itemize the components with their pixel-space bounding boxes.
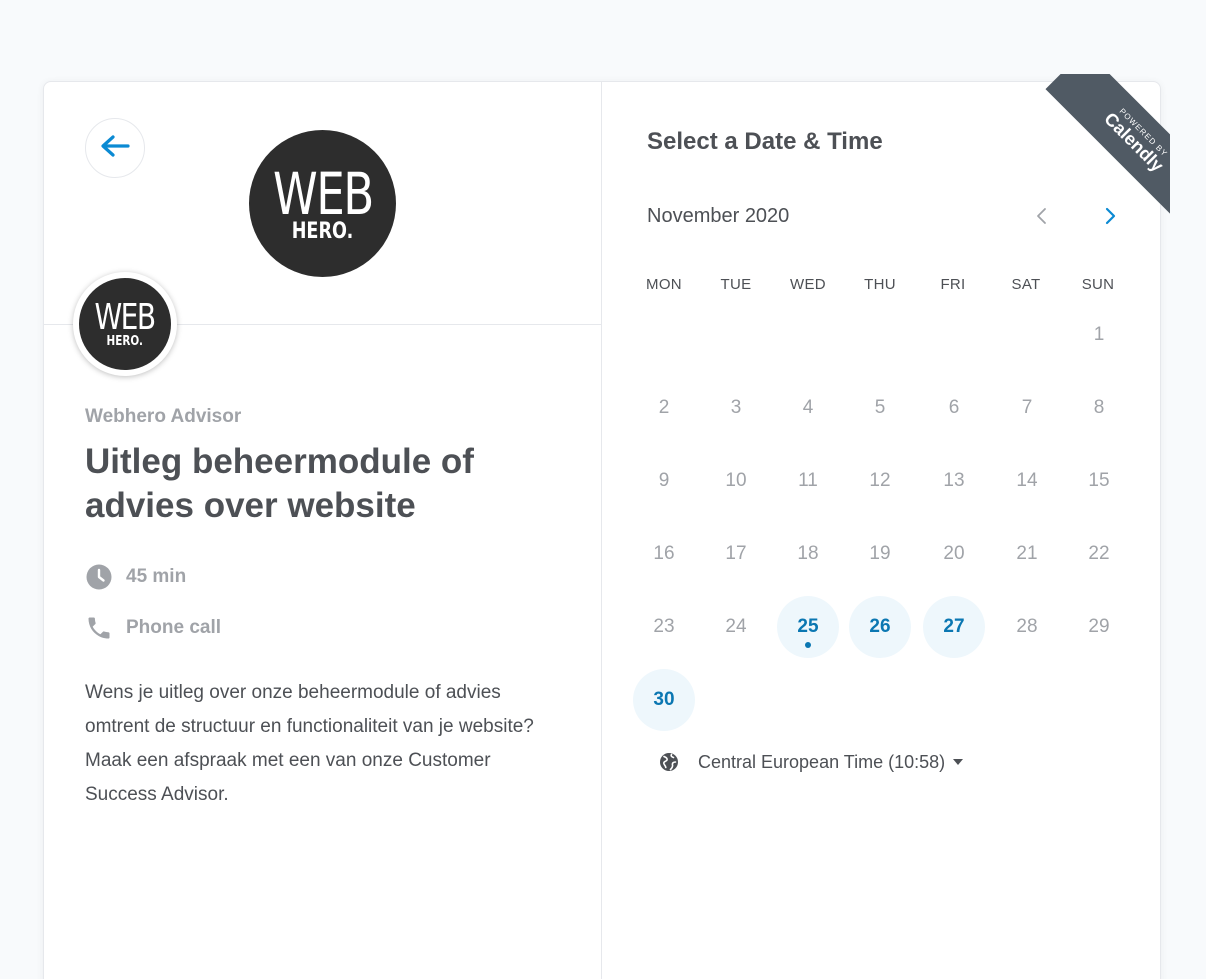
- avatar-logo-line-1: WEB: [94, 297, 157, 338]
- calendar-day: 23: [633, 596, 695, 658]
- day-number: 27: [943, 616, 965, 637]
- day-number: 30: [653, 689, 675, 710]
- day-number: 16: [653, 543, 675, 564]
- powered-by-badge[interactable]: POWERED BY Calendly: [1020, 74, 1170, 224]
- date-picker-heading: Select a Date & Time: [647, 128, 883, 155]
- day-number: 1: [1093, 324, 1105, 345]
- day-number: 17: [725, 543, 747, 564]
- day-number: 13: [943, 470, 965, 491]
- weekday-label: WED: [790, 276, 826, 293]
- weekday-label: SUN: [1081, 276, 1115, 293]
- calendar-day: 7: [996, 377, 1058, 439]
- day-number: 6: [948, 397, 960, 418]
- day-number: 24: [725, 616, 747, 637]
- day-number: 10: [725, 470, 747, 491]
- event-duration: 45 min: [85, 563, 186, 591]
- day-number: 12: [869, 470, 891, 491]
- phone-icon: [85, 614, 113, 642]
- calendar-day: 24: [705, 596, 767, 658]
- calendar-day: 1: [1068, 304, 1130, 366]
- timezone-selector[interactable]: Central European Time (10:58): [658, 751, 964, 773]
- day-number: 25: [797, 616, 819, 637]
- weekday-label: SAT: [1011, 276, 1041, 293]
- calendar-day: 15: [1068, 450, 1130, 512]
- calendly-ribbon[interactable]: POWERED BY Calendly: [1045, 74, 1170, 224]
- calendar-day-available[interactable]: 25: [777, 596, 839, 658]
- calendar-day: 12: [849, 450, 911, 512]
- company-logo: WEB HERO.: [249, 130, 396, 277]
- day-number: 5: [874, 397, 886, 418]
- day-number: 2: [658, 397, 670, 418]
- day-number: 15: [1088, 470, 1110, 491]
- day-number: 22: [1088, 543, 1110, 564]
- day-number: 14: [1016, 470, 1038, 491]
- avatar-image: WEB HERO.: [79, 278, 171, 370]
- weekday-label: FRI: [940, 276, 966, 293]
- calendar-day: 10: [705, 450, 767, 512]
- calendar-day: 19: [849, 523, 911, 585]
- day-number: 29: [1088, 616, 1110, 637]
- weekday-label: THU: [864, 276, 896, 293]
- day-number: 3: [730, 397, 742, 418]
- globe-icon: [658, 751, 680, 773]
- calendar-day: 6: [923, 377, 985, 439]
- calendar-day: 4: [777, 377, 839, 439]
- calendar-day: 14: [996, 450, 1058, 512]
- booking-card: WEB HERO. WEB HERO. Webhero Advisor Uitl…: [43, 81, 1161, 979]
- calendar-day-available[interactable]: 30: [633, 669, 695, 731]
- calendar-day: 2: [633, 377, 695, 439]
- event-location: Phone call: [85, 614, 221, 642]
- calendar-day: 20: [923, 523, 985, 585]
- duration-text: 45 min: [126, 566, 187, 587]
- event-description: Wens je uitleg over onze beheermodule of…: [85, 682, 534, 805]
- event-details-panel: WEB HERO. WEB HERO. Webhero Advisor Uitl…: [44, 82, 602, 979]
- calendar-day: 5: [849, 377, 911, 439]
- calendar-day-available[interactable]: 27: [923, 596, 985, 658]
- calendar-day: 17: [705, 523, 767, 585]
- organizer-name: Webhero Advisor: [85, 406, 242, 427]
- today-indicator: [805, 642, 811, 648]
- calendar-day: 16: [633, 523, 695, 585]
- timezone-label: Central European Time (10:58): [698, 751, 946, 772]
- calendar-day: 13: [923, 450, 985, 512]
- caret-down-icon: [953, 757, 964, 767]
- event-title: Uitleg beheermodule of advies over websi…: [85, 442, 474, 525]
- location-text: Phone call: [126, 617, 222, 638]
- day-number: 4: [802, 397, 814, 418]
- day-number: 26: [869, 616, 891, 637]
- day-number: 9: [658, 470, 670, 491]
- clock-icon: [85, 563, 113, 591]
- day-number: 8: [1093, 397, 1105, 418]
- day-number: 11: [798, 470, 818, 491]
- arrow-left-icon: [100, 134, 130, 163]
- calendar-day: 28: [996, 596, 1058, 658]
- calendar-day: 8: [1068, 377, 1130, 439]
- calendar-day: 22: [1068, 523, 1130, 585]
- month-label: November 2020: [647, 205, 790, 227]
- calendar-day: 18: [777, 523, 839, 585]
- day-number: 28: [1016, 616, 1038, 637]
- logo-line-1: WEB: [272, 159, 374, 228]
- day-number: 18: [797, 543, 819, 564]
- day-number: 7: [1021, 397, 1033, 418]
- calendar-day: 11: [777, 450, 839, 512]
- day-number: 23: [653, 616, 675, 637]
- avatar-logo-line-2: HERO.: [106, 334, 144, 349]
- calendar-day: 21: [996, 523, 1058, 585]
- calendar-day: 9: [633, 450, 695, 512]
- calendar-day: 29: [1068, 596, 1130, 658]
- weekday-label: MON: [646, 276, 682, 293]
- day-number: 21: [1016, 543, 1038, 564]
- logo-line-2: HERO.: [291, 218, 354, 244]
- avatar: WEB HERO.: [73, 272, 177, 376]
- back-button[interactable]: [85, 118, 145, 178]
- weekday-label: TUE: [720, 276, 752, 293]
- calendar-day-available[interactable]: 26: [849, 596, 911, 658]
- calendar-day: 3: [705, 377, 767, 439]
- day-number: 19: [869, 543, 891, 564]
- day-number: 20: [943, 543, 965, 564]
